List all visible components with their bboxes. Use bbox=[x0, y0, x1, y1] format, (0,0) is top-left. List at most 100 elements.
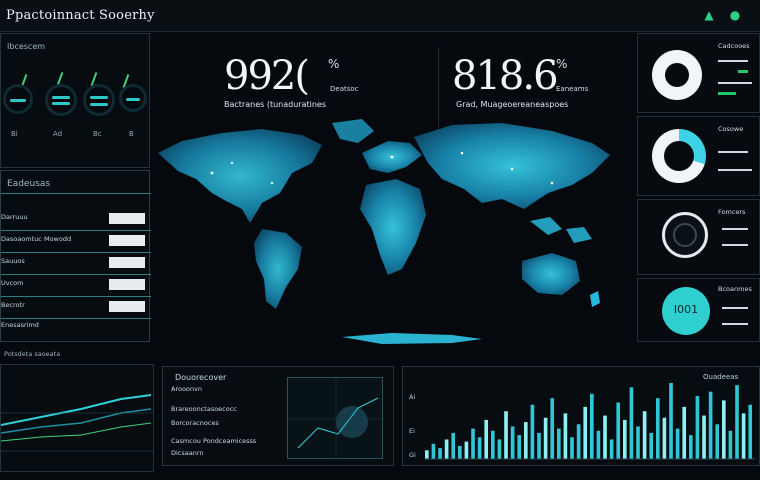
list-item[interactable]: Becrotr bbox=[1, 297, 151, 319]
bar bbox=[609, 439, 614, 459]
list-item[interactable]: Dasoaomtuc Mowodd bbox=[1, 231, 151, 253]
donut-chart bbox=[652, 50, 702, 100]
map-point bbox=[460, 151, 464, 155]
list-item[interactable]: Uvcom bbox=[1, 275, 151, 297]
bar bbox=[662, 417, 667, 459]
gauge-2[interactable] bbox=[45, 84, 77, 116]
gauge-4[interactable] bbox=[119, 84, 147, 112]
metric-panel-4[interactable]: Bcoanmes I001 bbox=[637, 278, 760, 342]
gauge-bar bbox=[52, 102, 70, 105]
bar bbox=[438, 448, 442, 459]
bar bbox=[702, 415, 706, 459]
bar bbox=[570, 437, 574, 459]
bar bbox=[695, 396, 700, 459]
detail-title: Douorecover bbox=[175, 373, 227, 382]
bar bbox=[537, 432, 541, 459]
detail-line: Arooonvn bbox=[171, 385, 202, 393]
bar bbox=[517, 435, 522, 459]
metric-panel-1[interactable]: Cadcooes bbox=[637, 33, 760, 113]
bar bbox=[458, 445, 462, 459]
legend-line bbox=[722, 323, 748, 325]
continent-north-america bbox=[158, 129, 322, 223]
map-point bbox=[510, 167, 514, 171]
metric-panel-3[interactable]: Fomcers bbox=[637, 199, 760, 275]
legend-line bbox=[718, 82, 752, 84]
list-item-label: Sauuos bbox=[1, 257, 25, 265]
settings-icon[interactable]: ● bbox=[728, 8, 742, 22]
gauge-bar bbox=[126, 98, 140, 101]
bar bbox=[689, 435, 693, 459]
list-item-label: Dasoaomtuc Mowodd bbox=[1, 235, 72, 243]
bar bbox=[444, 439, 449, 459]
legend-tick bbox=[738, 70, 748, 73]
continent-africa bbox=[360, 179, 426, 275]
bar bbox=[524, 422, 528, 459]
bar bbox=[629, 387, 634, 459]
detail-panel[interactable]: Douorecover Arooonvn Brareoonctasoecocc … bbox=[162, 366, 394, 466]
gauge-3[interactable] bbox=[83, 84, 115, 116]
gauge-label: Bi bbox=[11, 130, 18, 138]
bar bbox=[451, 432, 456, 459]
detail-line: Dicsaanrn bbox=[171, 449, 204, 457]
bar bbox=[464, 441, 469, 459]
legend-line bbox=[718, 60, 748, 62]
bar bbox=[669, 383, 673, 459]
bar bbox=[748, 404, 753, 459]
bar bbox=[497, 439, 502, 459]
map-point bbox=[270, 181, 274, 185]
world-map[interactable] bbox=[152, 33, 635, 345]
bar bbox=[543, 417, 548, 459]
ring-chart bbox=[662, 212, 708, 258]
bar bbox=[504, 411, 508, 459]
list-item-label: Enesasrimd bbox=[1, 321, 39, 329]
trend-panel[interactable] bbox=[0, 364, 155, 472]
bar bbox=[741, 413, 746, 459]
bar bbox=[583, 406, 588, 459]
app-title: Ppactoinnact Sooerhy bbox=[6, 8, 155, 23]
metric-panel-header: Bcoanmes bbox=[718, 285, 752, 293]
gauges-panel-title: Ibcescem bbox=[7, 42, 46, 51]
bar bbox=[596, 430, 601, 459]
donut-hole bbox=[664, 141, 694, 171]
gauge-1[interactable] bbox=[3, 84, 33, 114]
continent-antarctica bbox=[342, 333, 482, 344]
bar bbox=[550, 398, 555, 459]
mini-map[interactable] bbox=[287, 377, 384, 460]
ring-inner bbox=[673, 223, 697, 247]
gauge-bar bbox=[52, 96, 70, 99]
bar bbox=[649, 432, 654, 459]
detail-line: Borcoracnoces bbox=[171, 419, 219, 427]
list-item[interactable]: Enesasrimd bbox=[1, 317, 151, 339]
alert-icon[interactable]: ▲ bbox=[702, 8, 716, 22]
bar bbox=[576, 424, 581, 459]
bar bbox=[715, 424, 720, 459]
islands-new-zealand bbox=[590, 291, 600, 307]
metric-panel-header: Cadcooes bbox=[718, 42, 750, 50]
bar bbox=[616, 402, 621, 459]
bar bbox=[682, 406, 687, 459]
legend-tick bbox=[718, 92, 736, 95]
bar bbox=[471, 428, 475, 459]
bar bbox=[603, 415, 607, 459]
trend-lines bbox=[0, 394, 155, 452]
list-item[interactable]: Sauuos bbox=[1, 253, 151, 275]
bar bbox=[563, 413, 568, 459]
continent-asia bbox=[414, 123, 610, 209]
list-item[interactable]: Darruuu bbox=[1, 209, 151, 231]
islands-southeast-asia bbox=[530, 217, 592, 243]
map-point bbox=[210, 171, 214, 175]
bar bbox=[477, 437, 482, 459]
list-panel-title: Eadeusas bbox=[7, 179, 51, 189]
list-item-bar bbox=[109, 279, 145, 290]
metric-panel-header: Fomcers bbox=[718, 208, 746, 216]
gauge-bar bbox=[90, 103, 108, 106]
bar-chart-panel[interactable]: Ouadeeas Ai Ei Gi bbox=[402, 366, 760, 466]
gauges-panel: Ibcescem Bi Ad Bc B bbox=[0, 33, 150, 168]
metric-panel-2[interactable]: Cosowe bbox=[637, 116, 760, 196]
list-item-bar bbox=[109, 301, 145, 312]
list-item-bar bbox=[109, 213, 145, 224]
bar bbox=[431, 443, 436, 459]
world-map-panel: 992( % Deatsoc Bactranes (tunaduratines … bbox=[152, 33, 635, 345]
bar bbox=[491, 430, 495, 459]
legend-line bbox=[722, 228, 748, 230]
